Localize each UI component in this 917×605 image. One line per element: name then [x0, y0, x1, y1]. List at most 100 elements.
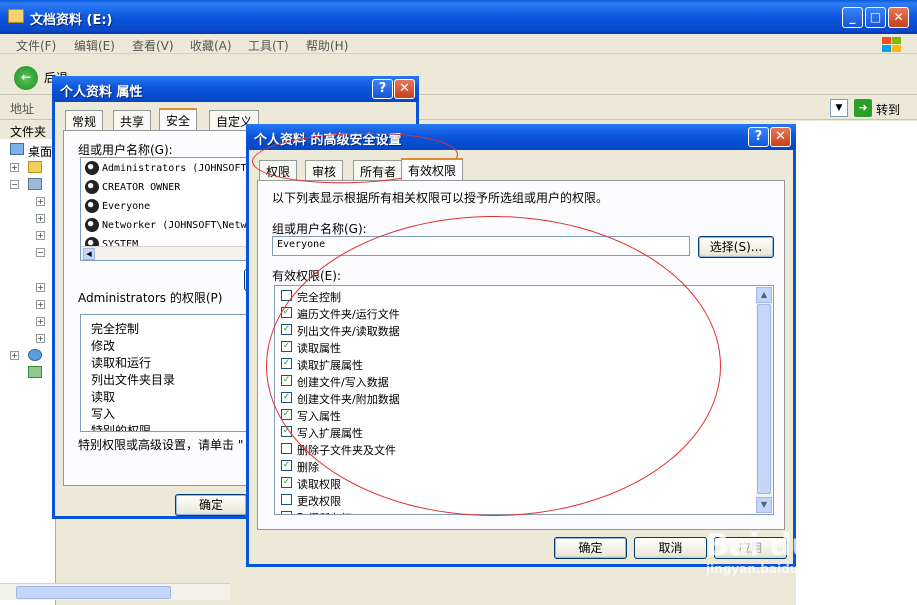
ok-button[interactable]: 确定 — [175, 494, 247, 516]
permission-checkbox[interactable]: ✓ — [281, 426, 292, 437]
group-label: 组或用户名称(G): — [78, 143, 173, 157]
menu-favorites[interactable]: 收藏(A) — [190, 37, 232, 54]
permission-checkbox[interactable]: ✓ — [281, 358, 292, 369]
permission-label: 遍历文件夹/运行文件 — [297, 308, 400, 321]
group-field[interactable]: Everyone — [272, 236, 690, 256]
close-button[interactable]: ✕ — [770, 127, 791, 147]
help-button[interactable]: ? — [372, 79, 393, 99]
maximize-button[interactable]: □ — [865, 7, 886, 28]
menu-bar: 文件(F) 编辑(E) 查看(V) 收藏(A) 工具(T) 帮助(H) — [0, 34, 917, 54]
tab-security[interactable]: 安全 — [159, 108, 198, 130]
tab-general[interactable]: 常规 — [65, 110, 104, 130]
expand-icon[interactable]: + — [36, 334, 45, 343]
desktop-icon — [10, 143, 24, 155]
tree-item[interactable]: − — [10, 178, 56, 192]
tree-item[interactable]: − — [10, 246, 56, 260]
list-item: 读取 — [91, 390, 116, 404]
group-label: 组或用户名称(G): — [272, 222, 367, 236]
menu-view[interactable]: 查看(V) — [132, 37, 174, 54]
tree-item[interactable]: + — [10, 298, 56, 312]
scroll-thumb[interactable] — [757, 304, 771, 494]
tree-desktop-label: 桌面 — [28, 145, 53, 159]
permission-checkbox[interactable]: ✓ — [281, 477, 292, 488]
expand-icon[interactable]: + — [10, 351, 19, 360]
back-arrow-icon[interactable]: ← — [14, 66, 38, 90]
expand-icon[interactable]: + — [36, 283, 45, 292]
list-item[interactable]: Administrators (JOHNSOFT\ — [85, 161, 253, 179]
user-icon — [85, 180, 99, 194]
list-item: 写入 — [91, 407, 116, 421]
permission-checkbox[interactable]: ✓ — [281, 409, 292, 420]
minimize-button[interactable]: _ — [842, 7, 863, 28]
cancel-button[interactable]: 取消 — [634, 537, 707, 559]
go-button[interactable]: ➜ 转到 — [854, 99, 910, 117]
user-listbox[interactable]: Administrators (JOHNSOFT\ CREATOR OWNER … — [80, 157, 258, 261]
address-dropdown-icon[interactable]: ▼ — [830, 99, 848, 117]
tree-item[interactable]: + — [10, 229, 56, 243]
tree-item[interactable]: + — [10, 315, 56, 329]
expand-icon[interactable]: + — [36, 214, 45, 223]
users-icon — [85, 161, 99, 175]
permission-checkbox[interactable]: ✓ — [281, 324, 292, 335]
permission-checkbox[interactable] — [281, 494, 292, 505]
permission-label: 删除子文件夹及文件 — [297, 444, 396, 457]
close-button[interactable]: ✕ — [394, 79, 415, 99]
tab-owner[interactable]: 所有者 — [353, 160, 404, 180]
tree-item[interactable]: + — [10, 349, 56, 363]
permission-checkbox[interactable] — [281, 511, 292, 514]
help-button[interactable]: ? — [748, 127, 769, 147]
permission-checkbox[interactable]: ✓ — [281, 392, 292, 403]
collapse-icon[interactable]: − — [10, 180, 19, 189]
expand-icon[interactable]: + — [10, 163, 19, 172]
collapse-icon[interactable]: − — [36, 248, 45, 257]
expand-icon[interactable]: + — [36, 300, 45, 309]
list-item: 完全控制 — [91, 322, 140, 336]
permission-checkbox[interactable] — [281, 443, 292, 454]
properties-title: 个人资料 属性 — [60, 85, 143, 100]
ok-button[interactable]: 确定 — [554, 537, 627, 559]
tab-permissions[interactable]: 权限 — [259, 160, 298, 180]
advanced-title-bar: 个人资料 的高级安全设置 ? ✕ — [246, 124, 796, 150]
watermark-url: jingyan.baidu.com — [706, 562, 831, 576]
go-label: 转到 — [876, 103, 901, 117]
tree-item[interactable]: + — [10, 195, 56, 209]
list-item: 读取和运行 — [91, 356, 152, 370]
list-item[interactable]: CREATOR OWNER — [85, 180, 180, 198]
permission-checkbox[interactable] — [281, 290, 292, 301]
horizontal-scrollbar[interactable] — [0, 583, 230, 600]
menu-tools[interactable]: 工具(T) — [248, 37, 289, 54]
folder-icon — [28, 161, 42, 173]
tree-item[interactable]: + — [10, 161, 56, 175]
menu-edit[interactable]: 编辑(E) — [74, 37, 115, 54]
tree-item[interactable] — [10, 366, 56, 380]
close-button[interactable]: ✕ — [888, 7, 909, 28]
permission-label: 写入扩展属性 — [297, 427, 363, 440]
permission-label: 取得所有权 — [297, 510, 352, 514]
permission-checkbox[interactable]: ✓ — [281, 460, 292, 471]
permission-checkbox[interactable]: ✓ — [281, 375, 292, 386]
horizontal-scrollbar[interactable]: ◀ — [81, 246, 257, 260]
permission-checkbox[interactable]: ✓ — [281, 307, 292, 318]
tab-sharing[interactable]: 共享 — [113, 110, 152, 130]
tab-effective-permissions[interactable]: 有效权限 — [401, 158, 464, 180]
tab-auditing[interactable]: 审核 — [305, 160, 344, 180]
select-button[interactable]: 选择(S)... — [698, 236, 774, 258]
menu-file[interactable]: 文件(F) — [16, 37, 56, 54]
list-item[interactable]: Everyone — [85, 199, 150, 217]
computer-icon — [28, 178, 42, 190]
expand-icon[interactable]: + — [36, 317, 45, 326]
menu-help[interactable]: 帮助(H) — [306, 37, 348, 54]
tree-item[interactable]: + — [10, 281, 56, 295]
tree-item[interactable]: + — [10, 332, 56, 346]
permission-checkbox[interactable]: ✓ — [281, 341, 292, 352]
scroll-thumb[interactable] — [16, 586, 171, 599]
vertical-scrollbar[interactable]: ▲ ▼ — [756, 287, 772, 513]
expand-icon[interactable]: + — [36, 231, 45, 240]
tree-item[interactable]: + — [10, 212, 56, 226]
tree-item-desktop[interactable]: 桌面 — [10, 143, 56, 159]
description-text: 以下列表显示根据所有相关权限可以授予所选组或用户的权限。 — [272, 191, 609, 205]
list-item[interactable]: Networker (JOHNSOFT\Netw — [85, 218, 247, 236]
expand-icon[interactable]: + — [36, 197, 45, 206]
scroll-left-icon[interactable]: ◀ — [83, 248, 95, 260]
scroll-up-icon[interactable]: ▲ — [756, 287, 772, 303]
